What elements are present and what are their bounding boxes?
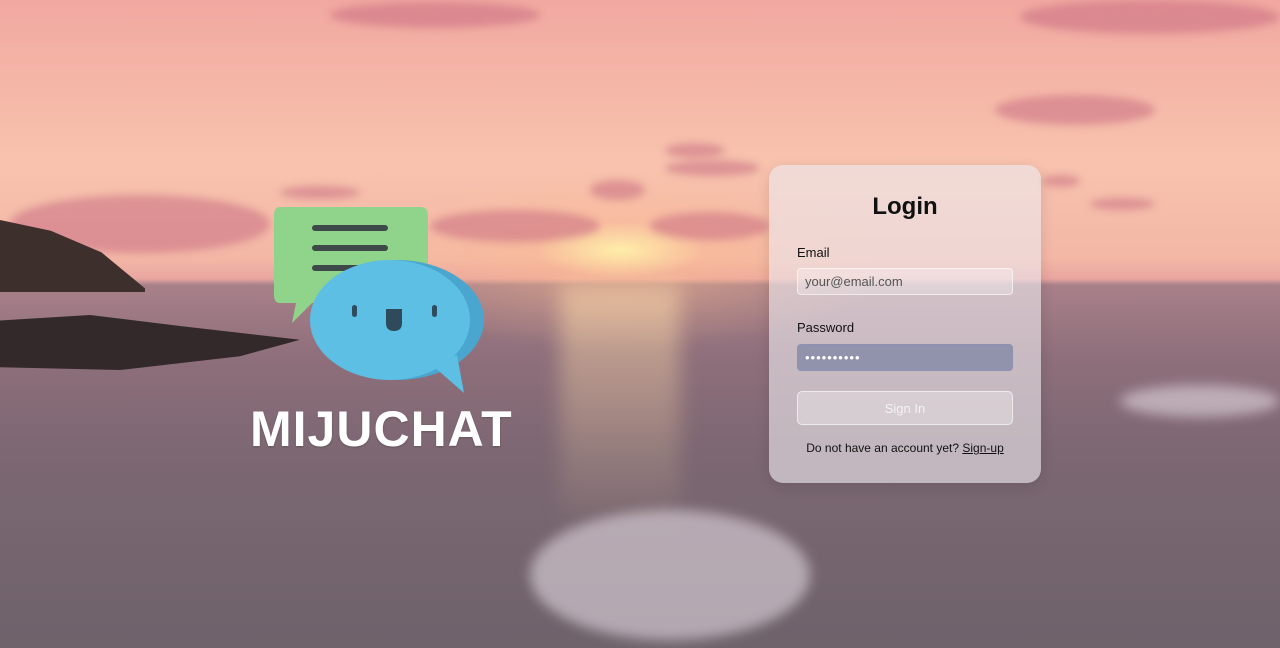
password-field[interactable] <box>797 344 1013 371</box>
chat-bubbles-logo-icon <box>274 207 484 393</box>
login-title: Login <box>872 193 938 220</box>
sun-reflection <box>560 285 680 535</box>
email-field[interactable] <box>797 268 1013 295</box>
cloud <box>330 2 540 28</box>
wave <box>530 510 810 640</box>
password-label: Password <box>797 320 855 335</box>
email-label: Email <box>797 245 830 260</box>
signup-prompt-row: Do not have an account yet? Sign-up <box>769 441 1041 455</box>
cloud <box>665 143 725 158</box>
cloud <box>665 160 760 176</box>
wave <box>1120 385 1280 417</box>
cloud <box>650 212 770 240</box>
signup-link[interactable]: Sign-up <box>962 441 1003 455</box>
cloud <box>590 180 645 200</box>
signup-prompt-text: Do not have an account yet? <box>806 441 960 455</box>
app-name: MIJUCHAT <box>250 401 513 457</box>
sign-in-button[interactable]: Sign In <box>797 391 1013 425</box>
login-card: Login Email Password Sign In Do not have… <box>769 165 1041 483</box>
cloud <box>995 95 1155 125</box>
brand: MIJUCHAT <box>250 200 513 460</box>
cloud <box>280 186 360 199</box>
cloud <box>1020 0 1280 34</box>
cloud <box>1090 198 1155 210</box>
cloud <box>1042 175 1080 187</box>
